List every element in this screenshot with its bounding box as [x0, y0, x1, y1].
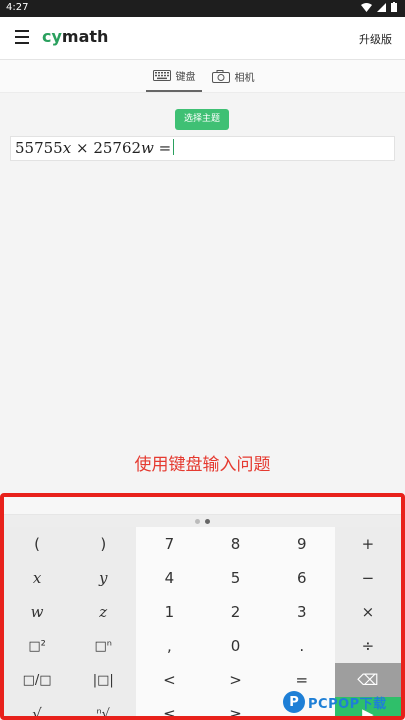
key-w[interactable]: w: [4, 595, 71, 629]
input-equals: =: [158, 139, 172, 157]
key-decimal[interactable]: .: [268, 629, 335, 663]
keyboard-icon: [152, 69, 171, 81]
logo-cy: cy: [42, 27, 62, 46]
text-caret: [173, 139, 175, 155]
upgrade-link[interactable]: 升级版: [359, 31, 392, 47]
input-number-2: 25762: [93, 139, 142, 157]
choose-theme-button[interactable]: 选择主题: [175, 109, 229, 130]
input-number-1: 55755: [15, 139, 63, 157]
input-mode-tabs: 键盘 相机: [0, 60, 405, 93]
key-square[interactable]: □²: [4, 629, 71, 663]
status-icons: [361, 2, 397, 12]
page-dot-2[interactable]: [205, 518, 210, 524]
key-multiply[interactable]: ×: [334, 595, 401, 629]
key-5[interactable]: 5: [202, 561, 269, 595]
menu-icon[interactable]: [15, 30, 33, 46]
key-z[interactable]: z: [70, 595, 137, 629]
key-greater-equal[interactable]: ≥: [202, 697, 269, 716]
pcpop-watermark: P PCPOP下载: [283, 684, 405, 720]
key-2[interactable]: 2: [202, 595, 269, 629]
tab-keyboard[interactable]: 键盘: [146, 60, 202, 92]
key-sqrt[interactable]: √: [4, 697, 71, 716]
battery-icon: [391, 2, 397, 12]
key-y[interactable]: y: [70, 561, 137, 595]
page-dot-1[interactable]: [195, 518, 200, 524]
input-variable-w: w: [141, 139, 154, 157]
tab-camera-label: 相机: [234, 72, 255, 84]
key-0[interactable]: 0: [202, 629, 269, 663]
key-x[interactable]: x: [4, 561, 71, 595]
math-input-field[interactable]: 55755x × 25762w =: [10, 136, 395, 161]
key-divide[interactable]: ÷: [334, 629, 401, 663]
main-area: 选择主题 55755x × 25762w = 使用键盘输入问题: [0, 93, 405, 493]
input-times: ×: [75, 139, 89, 157]
signal-icon: [377, 2, 386, 12]
key-4[interactable]: 4: [136, 561, 203, 595]
key-less-equal[interactable]: ≤: [136, 697, 203, 716]
key-close-paren[interactable]: ): [70, 527, 137, 561]
key-greater-than[interactable]: >: [202, 663, 269, 697]
keyboard-handle[interactable]: [4, 497, 401, 515]
key-less-than[interactable]: <: [136, 663, 203, 697]
wifi-icon: [361, 2, 372, 12]
key-7[interactable]: 7: [136, 527, 203, 561]
key-9[interactable]: 9: [268, 527, 335, 561]
watermark-logo-icon: P: [283, 691, 305, 713]
watermark-text: PCPOP下载: [308, 696, 387, 712]
app-logo: cymath: [42, 27, 108, 46]
tab-keyboard-label: 键盘: [175, 71, 196, 83]
key-absolute[interactable]: |□|: [70, 663, 137, 697]
keyboard-page-indicator: [4, 515, 401, 527]
key-8[interactable]: 8: [202, 527, 269, 561]
input-variable-x: x: [62, 139, 72, 157]
key-1[interactable]: 1: [136, 595, 203, 629]
camera-icon: [211, 69, 230, 83]
app-bar: cymath 升级版: [0, 17, 405, 60]
logo-math: math: [61, 27, 109, 46]
tab-camera[interactable]: 相机: [208, 60, 258, 92]
key-comma[interactable]: ,: [136, 629, 203, 663]
key-6[interactable]: 6: [268, 561, 335, 595]
key-nth-root[interactable]: ⁿ√: [70, 697, 137, 716]
hint-text: 使用键盘输入问题: [134, 455, 271, 475]
status-time: 4:27: [6, 2, 29, 13]
key-fraction[interactable]: □/□: [4, 663, 71, 697]
status-bar: 4:27: [0, 0, 405, 17]
key-plus[interactable]: +: [334, 527, 401, 561]
key-power[interactable]: □ⁿ: [70, 629, 137, 663]
key-open-paren[interactable]: (: [4, 527, 71, 561]
key-3[interactable]: 3: [268, 595, 335, 629]
key-minus[interactable]: −: [334, 561, 401, 595]
